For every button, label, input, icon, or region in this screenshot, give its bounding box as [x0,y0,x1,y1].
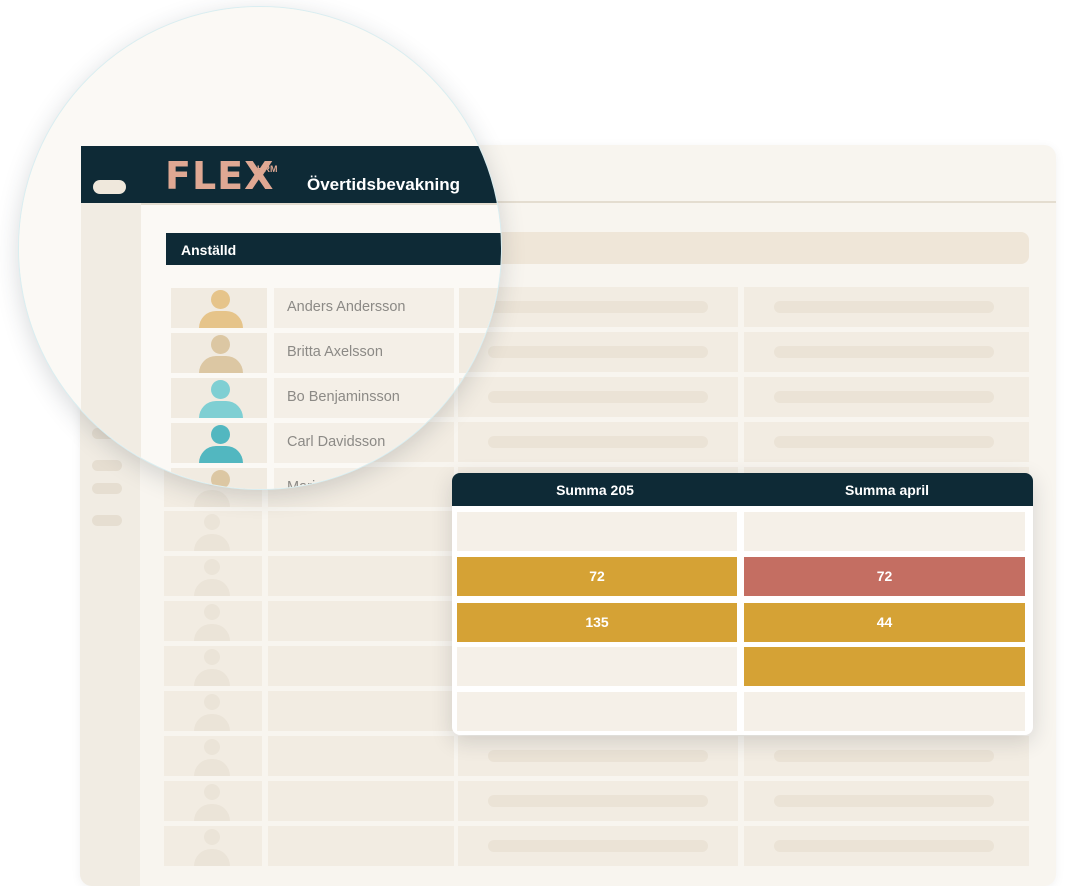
avatar-cell [171,378,267,418]
avatar-cell [171,333,267,373]
name-cell [268,826,454,866]
summary-cell-left [457,512,737,551]
employee-row[interactable]: Britta Axelsson [171,333,501,373]
sidebar [81,203,141,489]
employee-name-cell: Anders Andersson [274,288,454,328]
employee-name-cell: Britta Axelsson [274,333,454,373]
name-cell [268,736,454,776]
summary-cell-left [457,692,737,731]
page-title: Övertidsbevakning [307,175,461,194]
employee-name-cell: Bo Benjaminsson [274,378,454,418]
avatar-icon [211,425,230,444]
avatar-cell [164,601,262,641]
loading-bar [774,795,994,807]
summary-cell-left: 135 [457,603,737,642]
avatar-cell [164,736,262,776]
header-divider [141,203,501,205]
employee-name-cell: Mari [274,468,454,490]
value-cell [459,333,501,373]
loading-bar [488,840,708,852]
avatar-cell [164,826,262,866]
avatar-placeholder-icon [204,604,220,620]
value-cell [459,378,501,418]
avatar-placeholder-icon [204,514,220,530]
loading-bar [774,346,994,358]
employee-name: Anders Andersson [287,299,406,315]
avatar-cell [164,781,262,821]
value-cell [459,423,501,463]
summary-cell-left [457,647,737,686]
placeholder-row[interactable] [164,736,1029,776]
loading-bar [774,391,994,403]
avatar-icon [211,290,230,309]
value-cell [459,288,501,328]
summary-cell-right [744,692,1025,731]
summary-cell-left: 72 [457,557,737,596]
summary-cell-right: 44 [744,603,1025,642]
avatar-cell [164,691,262,731]
avatar-icon [211,470,230,489]
loading-bar [774,301,994,313]
employee-row[interactable]: Anders Andersson [171,288,501,328]
avatar-placeholder-icon [204,694,220,710]
name-cell [268,511,454,551]
magnifier-lens: FLEX HRM Övertidsbevakning Anställd Ande… [18,6,502,490]
avatar-placeholder-icon [204,739,220,755]
column-header-label: Anställd [181,242,237,258]
loading-bar [774,750,994,762]
avatar-placeholder-icon [204,559,220,575]
employee-row[interactable]: Carl Davidsson [171,423,501,463]
avatar-icon [211,335,230,354]
loading-bar [488,750,708,762]
name-cell [268,556,454,596]
avatar-cell [171,468,267,489]
employee-name: Mari [287,479,316,490]
loading-bar [488,436,708,448]
flex-logo: FLEX [165,154,275,198]
employee-name-cell: Carl Davidsson [274,423,454,463]
summary-card: Summa 205 Summa april 72 72 135 44 [452,473,1033,735]
loading-bar [488,391,708,403]
avatar-cell [171,288,267,328]
summary-header-right: Summa april [844,482,930,498]
loading-bar [488,795,708,807]
employee-name: Bo Benjaminsson [287,389,400,405]
avatar-placeholder-icon [204,829,220,845]
table-header-placeholder [500,232,1029,264]
avatar-icon [211,380,230,399]
avatar-placeholder-icon [204,784,220,800]
name-cell [268,691,454,731]
loading-bar [774,436,994,448]
loading-bar [488,301,708,313]
sidebar-item[interactable] [92,515,122,526]
employee-column-header[interactable]: Anställd [166,233,501,265]
employee-name: Britta Axelsson [287,344,383,360]
summary-header-left: Summa 205 [556,482,634,498]
loading-bar [488,346,708,358]
placeholder-row[interactable] [164,781,1029,821]
employee-name: Carl Davidsson [287,434,386,450]
placeholder-row[interactable] [164,826,1029,866]
employee-row[interactable]: Bo Benjaminsson [171,378,501,418]
loading-bar [774,840,994,852]
name-cell [268,781,454,821]
avatar-cell [164,511,262,551]
summary-cell-right [744,512,1025,551]
summary-header: Summa 205 Summa april [452,473,1033,506]
summary-cell-right [744,647,1025,686]
name-cell [268,646,454,686]
avatar-cell [164,556,262,596]
avatar-cell [164,646,262,686]
avatar-cell [171,423,267,463]
summary-cell-right: 72 [744,557,1025,596]
avatar-placeholder-icon [204,649,220,665]
menu-icon[interactable] [93,180,126,194]
name-cell [268,601,454,641]
logo-superscript: HRM [257,164,278,174]
